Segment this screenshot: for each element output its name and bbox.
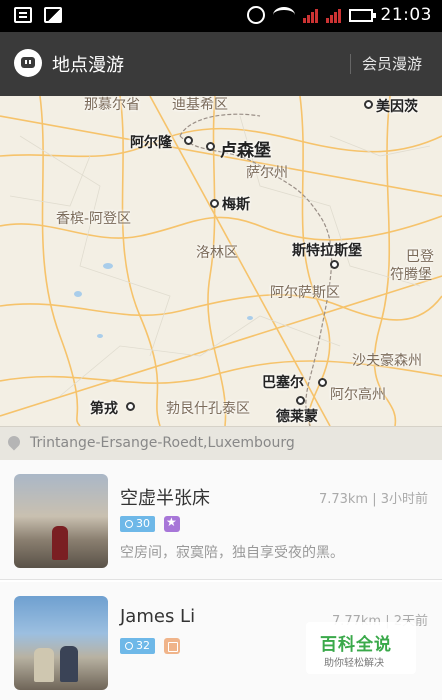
city-marker [296,396,305,405]
avatar[interactable] [14,474,108,568]
distance-time: 7.73km | 3小时前 [318,492,428,507]
photo-badge-icon [164,638,180,654]
user-name: 空虚半张床 [120,488,210,509]
map-label: 梅斯 [222,197,250,213]
watermark-subtitle: 助你轻松解决 [324,658,384,669]
status-time: 21:03 [380,5,432,25]
map-label: 卢森堡 [220,141,271,161]
watermark-title: 百科全说 [320,635,392,655]
location-pin-icon [5,433,23,451]
app-logo-icon [14,49,42,77]
member-roam-button[interactable]: 会员漫游 [362,53,422,74]
map-label: 巴塞尔 [262,375,304,391]
signal-icon [302,7,318,23]
map-label: 阿尔隆 [130,135,172,151]
watermark: 百科全说 助你轻松解决 [306,622,416,674]
location-bar[interactable]: Trintange-Ersange-Roedt,Luxembourg [0,426,442,460]
city-marker [364,100,373,109]
city-marker [126,402,135,411]
avatar[interactable] [14,596,108,690]
city-marker [210,199,219,208]
star-badge-icon [164,515,180,532]
map-label: 德莱蒙 [276,409,318,425]
map-label: 符腾堡 [390,267,432,283]
alarm-icon [246,6,265,24]
map-label: 沙夫豪森州 [352,353,422,369]
map-label: 勃艮什孔泰区 [166,401,250,417]
divider [350,54,351,74]
app-bar: 地点漫游 会员漫游 [0,32,442,96]
map-label: 第戎 [90,401,118,417]
city-marker [184,136,193,145]
document-icon [14,7,32,23]
gender-age-badge: 32 [120,638,155,654]
map-label: 那慕尔省 [84,97,140,113]
signal-icon [325,7,341,23]
map-view[interactable]: 那慕尔省 迪基希区 美因茨 阿尔隆 卢森堡 萨尔州 香槟-阿登区 梅斯 斯特拉斯… [0,96,442,426]
map-label: 洛林区 [196,245,238,261]
user-signature: 空房间，寂寞陪，独自享受夜的黑。 [120,545,344,561]
user-name: James Li [120,606,196,627]
map-label: 迪基希区 [172,97,228,113]
map-label: 阿尔高州 [330,387,386,403]
image-icon [44,7,62,23]
city-marker [318,378,327,387]
male-icon [125,520,133,528]
wifi-icon [272,7,295,23]
city-marker [206,142,215,151]
page-title: 地点漫游 [52,55,124,76]
map-label: 香槟-阿登区 [56,211,132,227]
battery-icon [348,8,376,22]
location-text: Trintange-Ersange-Roedt,Luxembourg [30,435,295,451]
map-label: 阿尔萨斯区 [270,285,340,301]
status-bar: 21:03 [0,0,442,32]
male-icon [125,642,133,650]
map-label: 斯特拉斯堡 [292,243,362,259]
city-marker [330,260,339,269]
list-item[interactable]: 空虚半张床 7.73km | 3小时前 30 空房间，寂寞陪，独自享受夜的黑。 [0,460,442,580]
map-label: 萨尔州 [246,165,288,181]
map-label: 美因茨 [376,99,418,115]
gender-age-badge: 30 [120,516,155,532]
map-label: 巴登 [406,249,434,265]
